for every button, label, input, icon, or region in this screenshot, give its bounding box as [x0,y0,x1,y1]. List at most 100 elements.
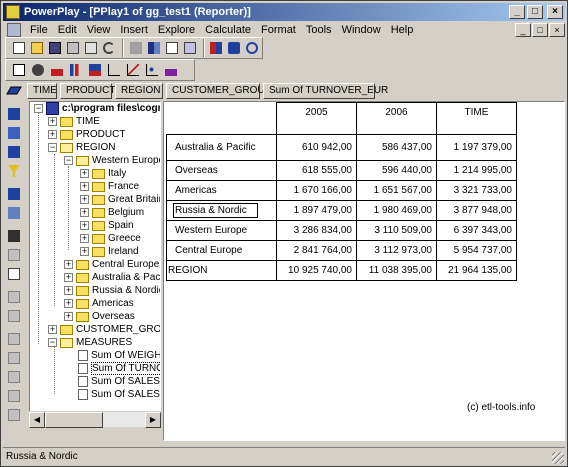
rank-icon[interactable] [5,143,23,161]
tree-item-great-britain[interactable]: + Great Britain [80,193,160,206]
menu-calculate[interactable]: Calculate [200,24,256,36]
tree-item-americas[interactable]: + Americas [64,297,134,310]
column-header-2005[interactable]: 2005 [276,102,357,135]
display-icon[interactable] [10,61,28,79]
dimension-viewer[interactable]: − c:\program files\cognos +TIME +PRODUCT… [29,101,161,427]
tree-item-time[interactable]: + TIME [48,115,100,128]
row-header[interactable]: Americas [166,180,277,201]
app-icon[interactable] [6,5,20,19]
tree-item-central-europe[interactable]: + Central Europe [64,258,159,271]
3d-bar-icon[interactable] [162,61,180,79]
title-bar[interactable]: PowerPlay - [PPlay1 of gg_test1 (Reporte… [3,3,565,21]
undo-icon[interactable] [101,39,118,57]
print-preview-icon[interactable] [83,39,100,57]
stat-icon[interactable] [5,406,23,424]
tree-item-france[interactable]: + France [80,180,139,193]
scroll-thumb[interactable] [45,412,103,428]
tree-item-russia-nordic[interactable]: + Russia & Nordic [64,284,160,297]
menu-format[interactable]: Format [256,24,301,36]
dimension-tab-time[interactable]: TIME [27,83,57,99]
sum-icon[interactable] [5,349,23,367]
menu-insert[interactable]: Insert [115,24,153,36]
row-header[interactable]: Overseas [166,160,277,181]
menu-help[interactable]: Help [386,24,419,36]
label-icon[interactable] [5,204,23,222]
clustered-bar-icon[interactable] [67,61,85,79]
exception-icon[interactable] [5,162,23,180]
document-icon[interactable] [7,23,21,37]
calc-icon[interactable] [5,368,23,386]
tree-item-ireland[interactable]: + Ireland [80,245,139,258]
tree-item-measures[interactable]: − MEASURES [48,336,132,349]
tree-item-product[interactable]: + PRODUCT [48,128,125,141]
split-icon[interactable] [208,39,225,57]
menu-tools[interactable]: Tools [301,24,337,36]
format-icon[interactable] [5,330,23,348]
minimize-button[interactable]: _ [509,5,525,19]
doc-minimize-button[interactable]: _ [515,23,531,37]
column-header-2006[interactable]: 2006 [356,102,437,135]
tree-item-sum-sales-days[interactable]: Sum Of SALES_DAYS [78,388,160,401]
tree-item-sum-turnover[interactable]: Sum Of TURNOVER_EUR [78,362,160,375]
tree-item-belgium[interactable]: + Belgium [80,206,144,219]
menu-view[interactable]: View [82,24,116,36]
tree-item-spain[interactable]: + Spain [80,219,134,232]
tree-horizontal-scrollbar[interactable]: ◀ ▶ [29,411,161,428]
row-header-total[interactable]: REGION [166,260,277,281]
swap-icon[interactable] [181,39,198,57]
menu-explore[interactable]: Explore [153,24,200,36]
close-button[interactable]: × [547,5,563,19]
resize-grip-icon[interactable] [552,452,564,464]
column-header-time[interactable]: TIME [436,102,517,135]
pct-icon[interactable] [5,387,23,405]
maximize-button[interactable]: □ [527,5,543,19]
scatter-icon[interactable] [143,61,161,79]
dimension-tab-measure[interactable]: Sum Of TURNOVER_EUR [263,83,388,99]
doc-restore-button[interactable]: □ [532,23,548,37]
dimension-tab-region[interactable]: REGION [115,83,163,99]
new-icon[interactable] [10,39,27,57]
doc-close-button[interactable]: × [549,23,565,37]
stacked-bar-icon[interactable] [86,61,104,79]
tree-item-greece[interactable]: + Greece [80,232,141,245]
filter-icon[interactable] [5,105,23,123]
menu-edit[interactable]: Edit [53,24,82,36]
menu-window[interactable]: Window [337,24,386,36]
dimension-tab-product[interactable]: PRODUCT [60,83,115,99]
drill-up-icon[interactable] [127,39,144,57]
row-header[interactable]: Central Europe [166,240,277,261]
indicator-icon[interactable] [163,39,180,57]
menu-file[interactable]: File [25,24,53,36]
tree-item-australia-pacific[interactable]: +Australia & Pacific [64,271,160,284]
tree-root[interactable]: − c:\program files\cognos [34,102,160,115]
tree-item-overseas[interactable]: + Overseas [64,310,135,323]
row-header[interactable]: Western Europe [166,220,277,241]
zoom-icon[interactable] [226,39,243,57]
tree-item-italy[interactable]: + Italy [80,167,126,180]
line-icon[interactable] [124,61,142,79]
pie-icon[interactable] [29,61,47,79]
scroll-right-icon[interactable]: ▶ [145,412,161,428]
multiline-icon[interactable] [105,61,123,79]
paste-icon[interactable] [5,307,23,325]
refresh-icon[interactable] [244,39,261,57]
tree-item-customer-group[interactable]: +CUSTOMER_GROUP [48,323,160,336]
hide-icon[interactable] [5,246,23,264]
tree-item-sum-weight[interactable]: Sum Of WEIGHT_KG [78,349,160,362]
simple-bar-icon[interactable] [48,61,66,79]
scroll-left-icon[interactable]: ◀ [29,412,45,428]
row-header[interactable]: Australia & Pacific [166,134,277,161]
find-icon[interactable] [5,227,23,245]
suppress-icon[interactable] [5,265,23,283]
dimension-tab-customer-group[interactable]: CUSTOMER_GROUP [166,83,271,99]
tree-item-sum-sales-count[interactable]: Sum Of SALES_COUNT [78,375,160,388]
sort-icon[interactable] [5,124,23,142]
print-icon[interactable] [64,39,81,57]
percent-icon[interactable] [5,185,23,203]
open-icon[interactable] [28,39,45,57]
crosstab-icon[interactable] [145,39,162,57]
tree-item-western-europe[interactable]: − Western Europe [64,154,160,167]
tree-item-region[interactable]: − REGION [48,141,115,154]
row-header-selected[interactable]: Russia & Nordic [166,200,277,221]
save-icon[interactable] [46,39,63,57]
